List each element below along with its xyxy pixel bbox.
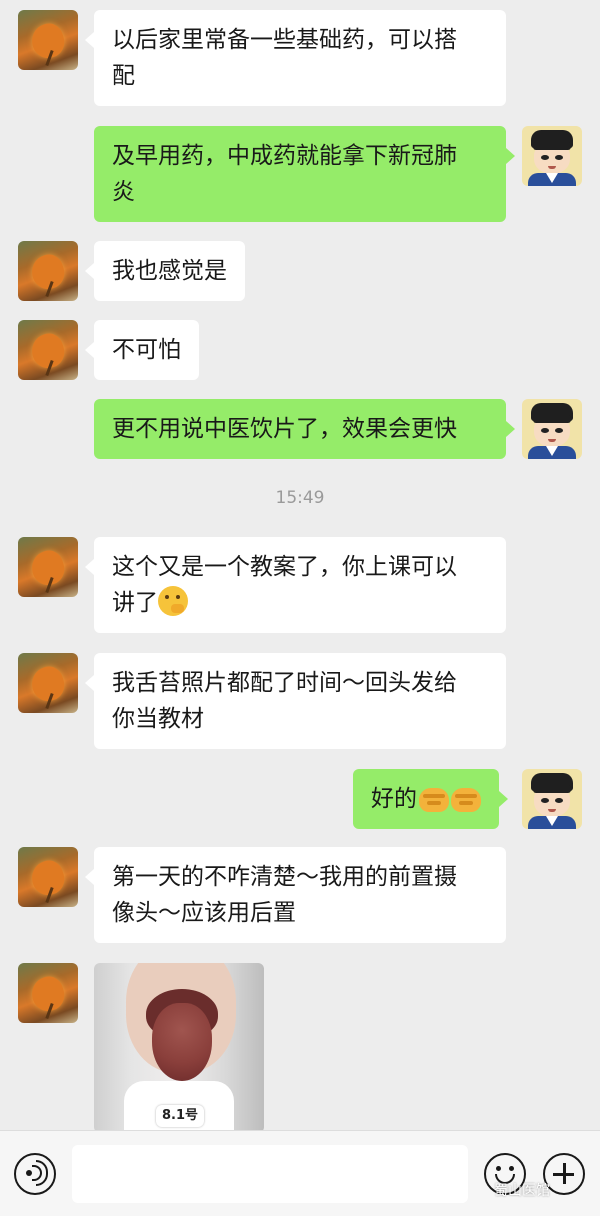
message-text-line: 第一天的不咋清楚～我用的前置摄 [112, 864, 457, 890]
message-bubble[interactable]: 我舌苔照片都配了时间～回头发给 你当教材 [85, 653, 506, 749]
message-text-line: 以后家里常备一些基础药，可以搭 [112, 27, 457, 53]
message-bubble[interactable]: 以后家里常备一些基础药，可以搭 配 [85, 10, 506, 106]
message-text: 不可怕 [112, 337, 181, 363]
message-text: 好的 [371, 786, 417, 812]
message-timestamp: 15:49 [275, 488, 325, 508]
my-avatar[interactable] [522, 769, 582, 829]
contact-avatar[interactable] [18, 10, 78, 70]
photo-date-tag: 8.1号 [156, 1105, 204, 1127]
my-avatar[interactable] [522, 126, 582, 186]
chat-history: 以后家里常备一些基础药，可以搭 配 及早用药，中成药就能拿下新冠肺 炎 我也感觉… [0, 0, 600, 1130]
message-text-line: 炎 [112, 179, 135, 205]
thinking-face-icon [158, 586, 188, 616]
message-text-line: 你当教材 [112, 706, 204, 732]
contact-avatar[interactable] [18, 537, 78, 597]
tongue-image [152, 1003, 212, 1081]
my-message-bubble[interactable]: 更不用说中医饮片了，效果会更快 [94, 399, 515, 459]
message-bubble[interactable]: 我也感觉是 [85, 241, 245, 301]
contact-avatar[interactable] [18, 963, 78, 1023]
message-bubble[interactable]: 第一天的不咋清楚～我用的前置摄 像头～应该用后置 [85, 847, 506, 943]
contact-avatar[interactable] [18, 653, 78, 713]
message-bubble[interactable]: 这个又是一个教案了，你上课可以 讲了 [85, 537, 506, 633]
input-bar [0, 1130, 600, 1216]
tongue-photo-message[interactable]: 8.1号 [94, 963, 264, 1130]
voice-icon[interactable] [14, 1153, 56, 1195]
message-text-line: 这个又是一个教案了，你上课可以 [112, 554, 457, 580]
my-message-bubble[interactable]: 及早用药，中成药就能拿下新冠肺 炎 [94, 126, 515, 222]
my-avatar[interactable] [522, 399, 582, 459]
message-text: 更不用说中医饮片了，效果会更快 [112, 416, 457, 442]
my-message-bubble[interactable]: 好的 [353, 769, 508, 829]
message-input[interactable] [72, 1145, 468, 1203]
message-text-line: 配 [112, 63, 135, 89]
handshake-icon [419, 788, 449, 812]
message-text: 我也感觉是 [112, 258, 227, 284]
contact-avatar[interactable] [18, 241, 78, 301]
message-bubble[interactable]: 不可怕 [85, 320, 199, 380]
message-text-line: 讲了 [112, 590, 158, 616]
message-text-line: 我舌苔照片都配了时间～回头发给 [112, 670, 457, 696]
contact-avatar[interactable] [18, 847, 78, 907]
contact-avatar[interactable] [18, 320, 78, 380]
handshake-icon [451, 788, 481, 812]
watermark: 蜀山医馆 [494, 1183, 550, 1199]
message-text-line: 及早用药，中成药就能拿下新冠肺 [112, 143, 457, 169]
message-text-line: 像头～应该用后置 [112, 900, 296, 926]
